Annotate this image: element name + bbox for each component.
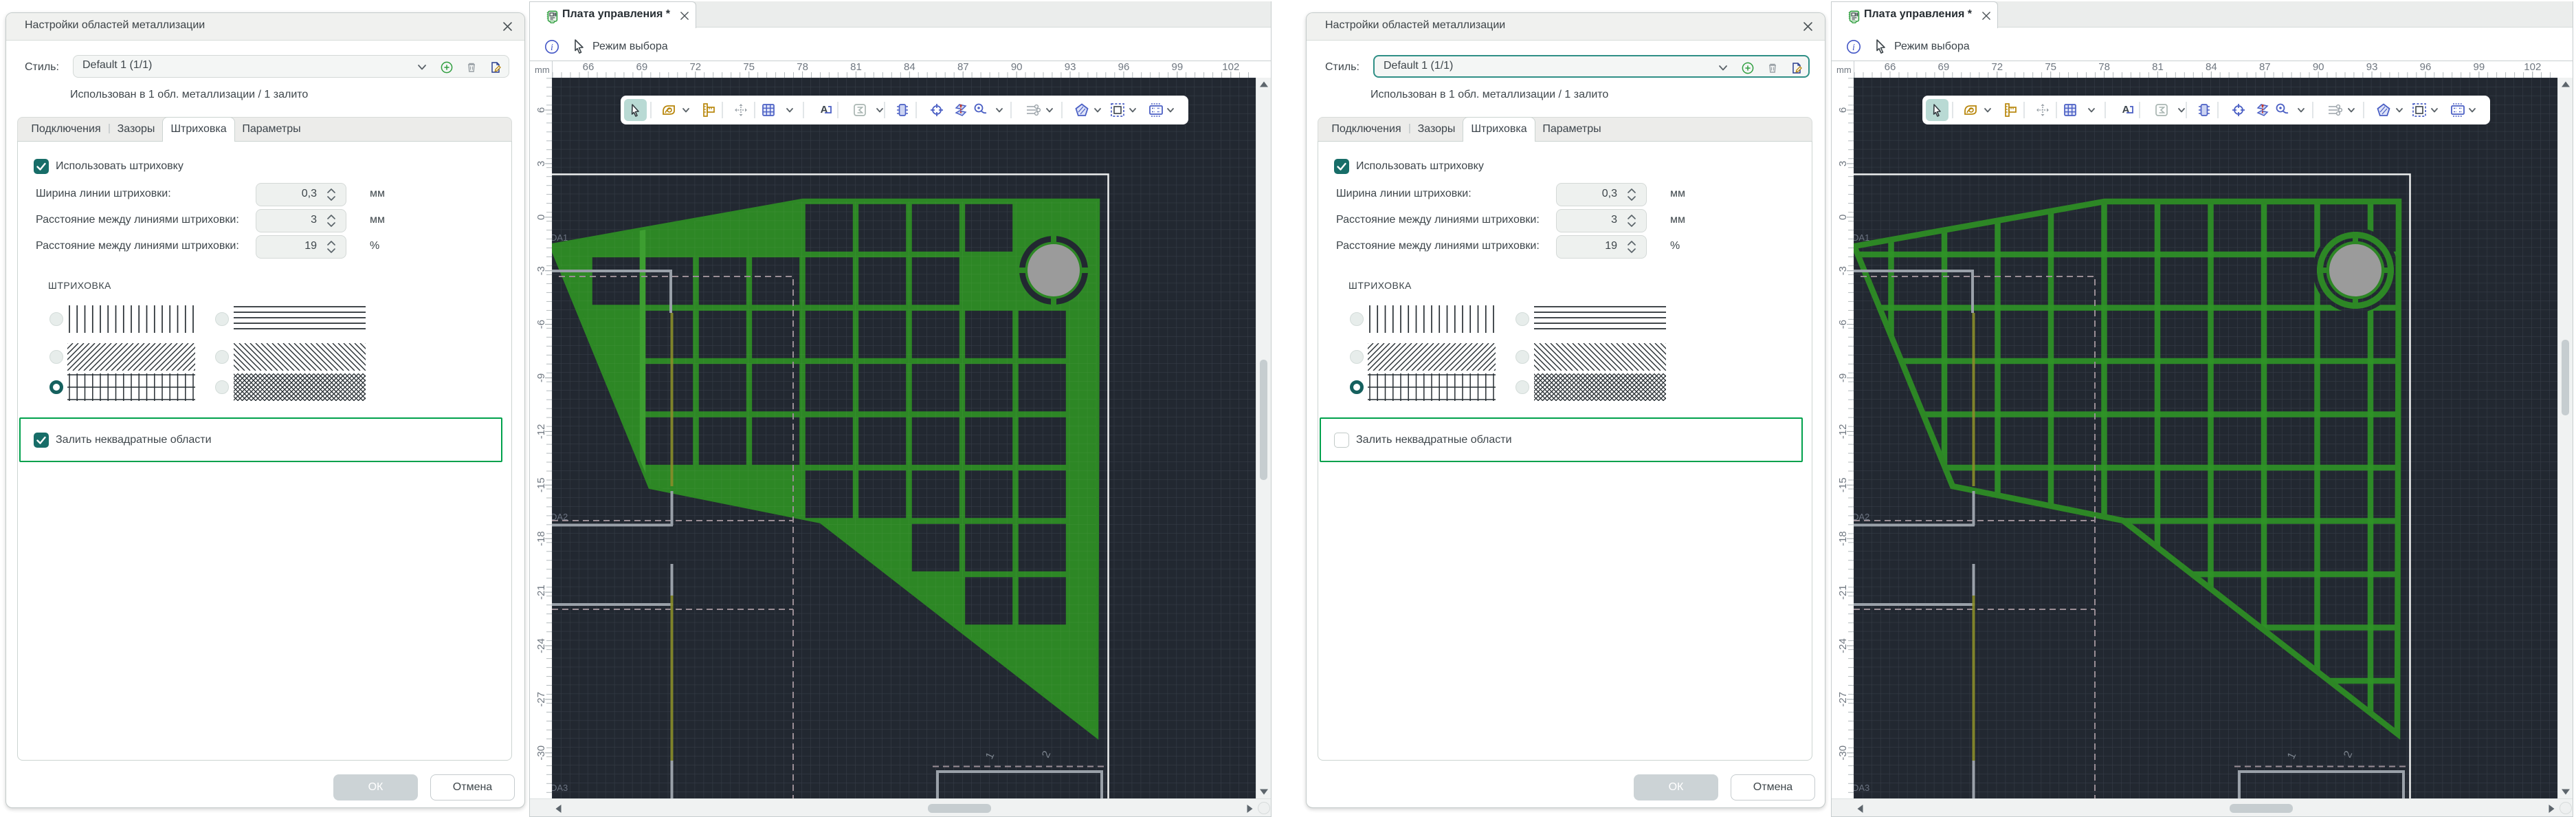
svg-text:A: A <box>821 104 828 116</box>
svg-text:90: 90 <box>2313 61 2324 73</box>
svg-text:A: A <box>2122 104 2130 116</box>
svg-text:99: 99 <box>1172 61 1184 73</box>
svg-text:78: 78 <box>797 61 808 73</box>
svg-text:66: 66 <box>583 61 595 73</box>
svg-text:81: 81 <box>2152 61 2164 73</box>
svg-text:69: 69 <box>636 61 648 73</box>
svg-text:66: 66 <box>1885 61 1896 73</box>
svg-text:87: 87 <box>2259 61 2271 73</box>
svg-text:DA1: DA1 <box>552 232 568 243</box>
svg-text:87: 87 <box>957 61 969 73</box>
svg-text:i: i <box>551 43 553 53</box>
svg-text:DA3: DA3 <box>1854 783 1869 793</box>
svg-text:DA2: DA2 <box>552 512 568 522</box>
svg-text:DA3: DA3 <box>552 783 568 793</box>
svg-text:93: 93 <box>2366 61 2378 73</box>
svg-text:102: 102 <box>2524 61 2541 73</box>
svg-text:69: 69 <box>1938 61 1950 73</box>
svg-text:i: i <box>1852 43 1855 53</box>
svg-text:96: 96 <box>2420 61 2432 73</box>
svg-text:DA1: DA1 <box>1854 232 1869 243</box>
svg-text:DA2: DA2 <box>1854 512 1869 522</box>
svg-text:99: 99 <box>2474 61 2485 73</box>
svg-text:75: 75 <box>743 61 755 73</box>
svg-text:90: 90 <box>1011 61 1023 73</box>
svg-text:84: 84 <box>2206 61 2217 73</box>
svg-text:72: 72 <box>689 61 701 73</box>
svg-text:102: 102 <box>1222 61 1239 73</box>
svg-text:84: 84 <box>904 61 915 73</box>
svg-text:75: 75 <box>2045 61 2056 73</box>
svg-text:81: 81 <box>850 61 862 73</box>
svg-text:96: 96 <box>1118 61 1130 73</box>
svg-text:78: 78 <box>2098 61 2110 73</box>
svg-text:72: 72 <box>1991 61 2003 73</box>
svg-text:93: 93 <box>1065 61 1076 73</box>
